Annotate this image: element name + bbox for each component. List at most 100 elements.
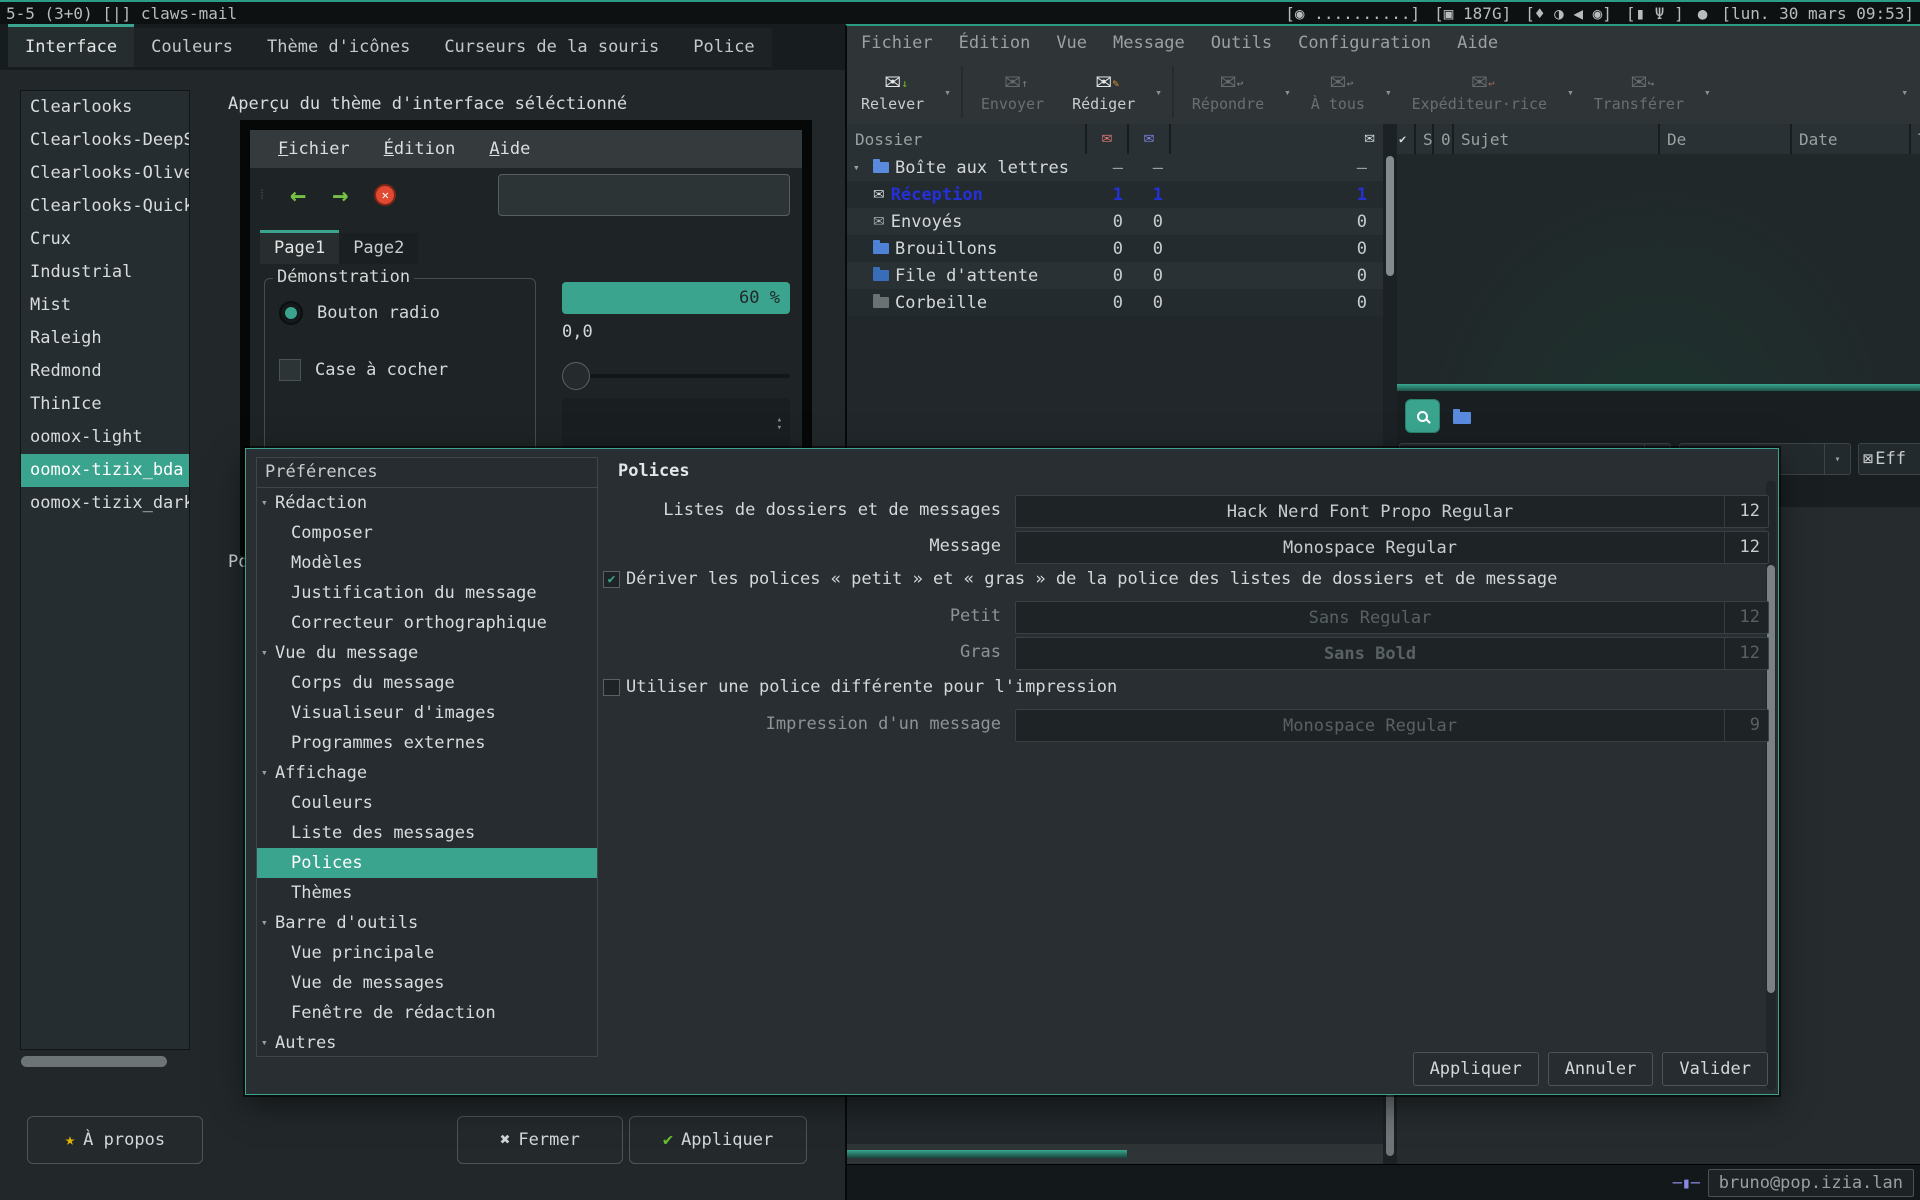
tree-polices-selected[interactable]: Polices [257, 848, 597, 878]
folder-row-brouillons[interactable]: Brouillons 0 0 0 [847, 235, 1383, 262]
tree-barre-outils[interactable]: ▾Barre d'outils [257, 908, 597, 938]
menu-edition[interactable]: Édition [959, 33, 1031, 53]
column-mark-icon[interactable]: ✔ [1397, 124, 1414, 154]
tab-theme-icones[interactable]: Thème d'icônes [250, 28, 427, 67]
tree-vue-de-messages[interactable]: Vue de messages [257, 968, 597, 998]
apply-button[interactable]: Appliquer [1413, 1052, 1539, 1086]
list-item[interactable]: Clearlooks [21, 91, 189, 124]
folder-row-file-attente[interactable]: File d'attente 0 0 0 [847, 262, 1383, 289]
menu-aide[interactable]: Aide [1457, 33, 1498, 53]
scrollbar-thumb[interactable] [21, 1056, 167, 1067]
rediger-dropdown[interactable]: ▾ [1149, 60, 1168, 124]
list-item[interactable]: oomox-tizix_dark [21, 487, 189, 520]
list-item[interactable]: Crux [21, 223, 189, 256]
checkbox-unchecked[interactable] [603, 679, 620, 696]
view-scrollbar-thumb[interactable] [1386, 1088, 1394, 1156]
tree-affichage[interactable]: ▾Affichage [257, 758, 597, 788]
forward-arrow-icon[interactable]: → [332, 182, 348, 209]
list-item[interactable]: Clearlooks-Olive [21, 157, 189, 190]
back-arrow-icon[interactable]: ← [290, 182, 306, 209]
toolbar-expediteur[interactable]: ✉↩ Expéditeur·rice [1398, 60, 1561, 124]
repondre-dropdown[interactable]: ▾ [1278, 60, 1297, 124]
combo-box[interactable]: ▴▾ [562, 398, 790, 450]
apply-button[interactable]: ✔ Appliquer [629, 1116, 807, 1164]
tree-vue-principale[interactable]: Vue principale [257, 938, 597, 968]
menu-outils[interactable]: Outils [1211, 33, 1272, 53]
tree-autres[interactable]: ▾Autres [257, 1028, 597, 1057]
column-dossier[interactable]: Dossier [847, 124, 1085, 154]
tab-page1[interactable]: Page1 [260, 230, 339, 264]
radio-button[interactable] [279, 301, 303, 325]
toolbar-overflow-dropdown[interactable]: ▾ [1893, 60, 1916, 124]
folder-scrollbar-thumb[interactable] [1386, 156, 1394, 276]
preview-text-entry[interactable] [498, 174, 790, 216]
workspace-indicator[interactable]: 5-5 (3+0) [|] claws-mail [6, 4, 237, 23]
folder-row-corbeille[interactable]: Corbeille 0 0 0 [847, 289, 1383, 316]
font-picker-folder-list[interactable]: Hack Nerd Font Propo Regular 12 [1015, 495, 1769, 528]
column-status[interactable]: S [1416, 124, 1432, 154]
column-de[interactable]: De [1660, 124, 1790, 154]
column-taille[interactable]: Ta [1911, 124, 1920, 154]
online-plug-icon[interactable]: ─▮─ [1673, 1174, 1700, 1192]
column-sujet[interactable]: Sujet [1454, 124, 1658, 154]
column-new-icon[interactable]: ✉ [1087, 124, 1127, 154]
menu-message[interactable]: Message [1113, 33, 1185, 53]
expediteur-dropdown[interactable]: ▾ [1561, 60, 1580, 124]
list-item[interactable]: Clearlooks-DeepSky [21, 124, 189, 157]
menu-aide[interactable]: Aide [489, 139, 530, 159]
expander-icon[interactable]: ▾ [853, 161, 867, 174]
list-item-selected[interactable]: oomox-tizix_bda [21, 454, 189, 487]
menu-vue[interactable]: Vue [1056, 33, 1087, 53]
font-picker-message[interactable]: Monospace Regular 12 [1015, 531, 1769, 564]
checkbox[interactable] [279, 359, 301, 381]
list-item[interactable]: Clearlooks-Quicksilver [21, 190, 189, 223]
transferer-dropdown[interactable]: ▾ [1698, 60, 1717, 124]
menu-fichier[interactable]: Fichier [278, 139, 350, 159]
column-date[interactable]: Date [1792, 124, 1909, 154]
column-total-icon[interactable]: ✉ [1171, 124, 1383, 154]
ok-button[interactable]: Valider [1662, 1052, 1768, 1086]
tree-liste-des-messages[interactable]: Liste des messages [257, 818, 597, 848]
list-item[interactable]: Redmond [21, 355, 189, 388]
list-item[interactable]: oomox-light [21, 421, 189, 454]
toolbar-transferer[interactable]: ✉↪ Transférer [1580, 60, 1698, 124]
tab-couleurs[interactable]: Couleurs [134, 28, 250, 67]
slider[interactable] [562, 362, 790, 390]
tree-couleurs[interactable]: Couleurs [257, 788, 597, 818]
tree-corps-du-message[interactable]: Corps du message [257, 668, 597, 698]
close-icon[interactable]: ✕ [374, 184, 396, 206]
column-unread-icon[interactable]: ✉ [1129, 124, 1169, 154]
folder-row-envoyes[interactable]: ✉Envoyés 0 0 0 [847, 208, 1383, 235]
tree-header[interactable]: Préférences [257, 458, 597, 488]
menu-edition[interactable]: Édition [384, 139, 456, 159]
tab-curseurs[interactable]: Curseurs de la souris [427, 28, 676, 67]
about-button[interactable]: ★ À propos [27, 1116, 203, 1164]
horizontal-scrollbar[interactable] [21, 1056, 189, 1068]
toolbar-envoyer[interactable]: ✉↑ Envoyer [967, 60, 1058, 124]
tree-fenetre-redaction[interactable]: Fenêtre de rédaction [257, 998, 597, 1028]
toolbar-rediger[interactable]: ✉✎ Rédiger [1058, 60, 1149, 124]
checkbox-checked[interactable]: ✔ [603, 571, 620, 588]
toolbar-relever[interactable]: ✉↓ Relever [847, 60, 938, 124]
slider-handle[interactable] [562, 362, 590, 390]
open-folder-icon[interactable] [1453, 409, 1471, 428]
tab-police[interactable]: Police [676, 28, 771, 67]
list-item[interactable]: Mist [21, 289, 189, 322]
menu-fichier[interactable]: Fichier [861, 33, 933, 53]
list-item[interactable]: ThinIce [21, 388, 189, 421]
message-list-empty[interactable] [1397, 154, 1920, 384]
toolbar-repondre[interactable]: ✉↩ Répondre [1178, 60, 1278, 124]
cancel-button[interactable]: Annuler [1548, 1052, 1654, 1086]
folder-row-reception[interactable]: ✉Réception 1 1 1 [847, 181, 1383, 208]
clear-search-button[interactable]: ⊠ Eff [1858, 443, 1920, 475]
relever-dropdown[interactable]: ▾ [938, 60, 957, 124]
list-item[interactable]: Industrial [21, 256, 189, 289]
folder-row-mailbox[interactable]: ▾Boîte aux lettres – – – [847, 154, 1383, 181]
toolbar-a-tous[interactable]: ✉↩ À tous [1297, 60, 1379, 124]
list-item[interactable]: Raleigh [21, 322, 189, 355]
tab-page2[interactable]: Page2 [339, 233, 418, 264]
tree-scrollbar[interactable] [1766, 481, 1776, 1090]
tree-themes[interactable]: Thèmes [257, 878, 597, 908]
search-button[interactable] [1405, 399, 1440, 433]
menu-configuration[interactable]: Configuration [1298, 33, 1431, 53]
